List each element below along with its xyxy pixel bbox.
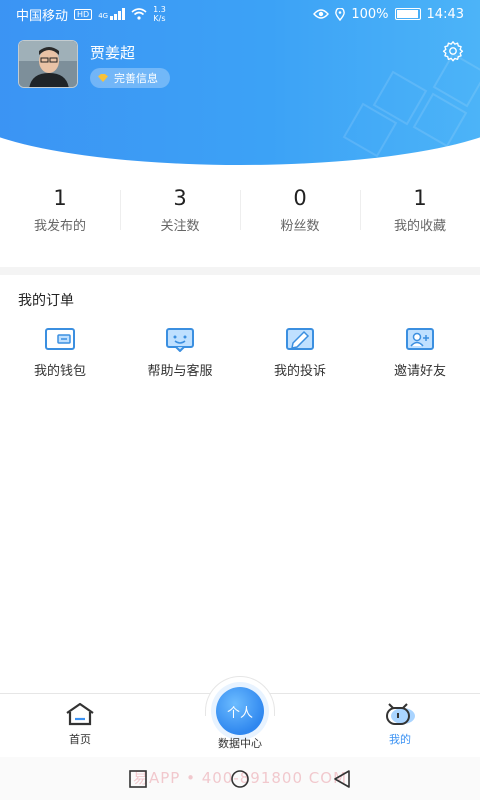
net-speed: 1.3 K/s	[153, 5, 166, 23]
stat-label: 粉丝数	[280, 219, 320, 234]
profile-face-icon	[386, 703, 415, 725]
stats-row: 1 我发布的 3 关注数 0 粉丝数 1 我的收藏	[0, 182, 480, 242]
complaint-icon	[286, 328, 314, 350]
order-item-label: 我的钱包	[33, 364, 86, 379]
invite-friend-icon	[406, 328, 434, 350]
stat-label: 我发布的	[33, 219, 86, 234]
order-item-wallet[interactable]: 我的钱包	[0, 326, 120, 379]
stat-fans[interactable]: 0 粉丝数	[240, 182, 360, 242]
wallet-icon	[45, 328, 75, 350]
orders-title: 我的订单	[18, 293, 74, 309]
nav-me-label: 我的	[389, 733, 411, 746]
username: 贾姜超	[90, 44, 136, 62]
order-item-label: 我的投诉	[273, 364, 326, 379]
customer-service-icon	[166, 328, 194, 352]
home-icon	[66, 702, 94, 726]
complete-info-button[interactable]: 完善信息	[90, 68, 170, 88]
battery-icon	[394, 8, 421, 20]
clock: 14:43	[426, 6, 464, 22]
location-icon	[335, 7, 346, 21]
battery-percent: 100%	[351, 6, 389, 22]
status-bar: 中国移动 HD 4G 1.3 K/s 100% 14:43	[0, 0, 480, 28]
wifi-icon	[131, 8, 147, 20]
nav-home[interactable]: 首页	[40, 702, 120, 747]
hd-badge: HD	[74, 8, 93, 20]
personal-center-button[interactable]: 个人	[216, 687, 264, 735]
recent-apps-icon[interactable]	[128, 770, 148, 788]
avatar[interactable]	[18, 40, 78, 88]
nav-me[interactable]: 我的	[360, 702, 440, 747]
order-item-label: 邀请好友	[393, 364, 446, 379]
order-item-invite[interactable]: 邀请好友	[360, 326, 480, 379]
stat-following[interactable]: 3 关注数	[120, 182, 240, 242]
stat-value: 0	[293, 186, 307, 210]
stat-value: 3	[173, 186, 187, 210]
order-item-help[interactable]: 帮助与客服	[120, 326, 240, 379]
complete-info-label: 完善信息	[114, 72, 158, 85]
diamond-icon	[98, 74, 108, 82]
eye-icon	[313, 9, 330, 19]
stat-label: 我的收藏	[393, 219, 446, 234]
back-triangle-icon[interactable]	[332, 770, 352, 788]
stat-value: 1	[53, 186, 67, 210]
home-circle-icon[interactable]	[229, 770, 251, 788]
data-center-label: 数据中心	[218, 737, 262, 750]
stat-label: 关注数	[160, 219, 200, 234]
orders-grid: 我的钱包 帮助与客服 我的投诉 邀请好友	[0, 326, 480, 379]
stat-value: 1	[413, 186, 427, 210]
order-item-label: 帮助与客服	[147, 364, 213, 379]
settings-gear-icon[interactable]	[442, 40, 464, 62]
nav-home-label: 首页	[69, 733, 91, 746]
signal-icon: 4G	[98, 8, 126, 20]
section-divider	[0, 267, 480, 275]
stat-published[interactable]: 1 我发布的	[0, 182, 120, 242]
order-item-complaint[interactable]: 我的投诉	[240, 326, 360, 379]
carrier-label: 中国移动	[16, 8, 69, 24]
stat-favorites[interactable]: 1 我的收藏	[360, 182, 480, 242]
